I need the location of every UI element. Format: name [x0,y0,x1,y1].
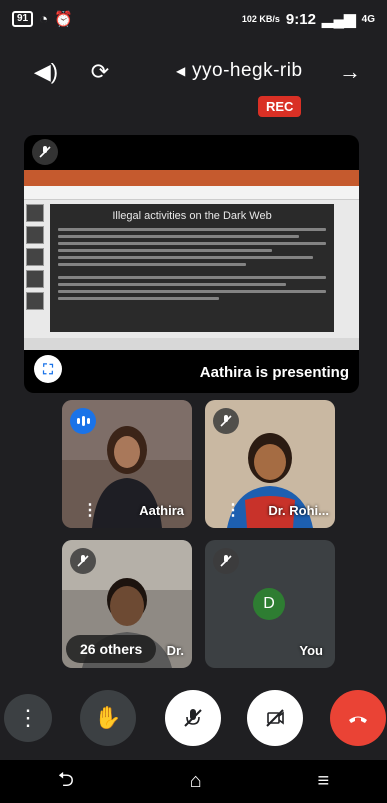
arrow-forward-icon[interactable]: → [336,58,364,86]
more-options-icon[interactable]: ⋮ [82,500,98,520]
microphone-off-button[interactable] [165,690,221,746]
speaking-indicator-icon [70,408,96,434]
status-time: 9:12 [285,10,316,28]
mic-off-icon [32,139,58,165]
battery-indicator: 91 [12,11,34,27]
presentation-tile[interactable]: Illegal activities on the Dark Web ⛶ Aat… [24,135,359,393]
participant-tile-dr-rohi[interactable]: ⋮ Dr. Rohi... [205,400,335,528]
presenting-label: Aathira is presenting [199,364,349,381]
participant-name: You [299,643,323,658]
network-type: 4G [361,13,375,25]
alarm-icon: ⏰ [54,11,73,28]
speaker-icon[interactable]: ◀) [32,58,60,86]
hangup-icon [349,716,367,723]
mic-off-icon [213,408,239,434]
chevron-left-icon[interactable]: ◀ [176,64,185,78]
net-speed: 102 KB/s [241,13,280,24]
call-controls: ⋮ ✋ [0,690,387,750]
camera-off-icon [266,709,284,727]
home-icon[interactable]: ⌂ [190,770,202,793]
recents-icon[interactable]: ≡ [317,770,329,793]
participant-tile-you[interactable]: D You [205,540,335,668]
participant-tile-aathira[interactable]: ⋮ Aathira [62,400,192,528]
participant-name: Dr. [166,643,184,658]
meeting-code[interactable]: yyo-hegk-rib [192,60,303,82]
status-left: 91 ◔ ⏰ [12,10,73,28]
status-bar: 91 ◔ ⏰ 102 KB/s 9:12 ▂▄▆ 4G [0,0,387,38]
slide-thumbnails [26,204,46,332]
android-nav-bar: ⮌ ⌂ ≡ [0,760,387,803]
slide-title: Illegal activities on the Dark Web [112,210,272,222]
call-header: ◀) ⟳ ◀ yyo-hegk-rib → [0,50,387,94]
mic-off-icon [213,548,239,574]
mic-off-icon [70,548,96,574]
participant-name: Aathira [139,503,184,518]
wifi-icon: ◔ [39,10,49,28]
mic-off-icon [184,709,202,727]
ppt-titlebar [24,170,359,186]
slide-content: Illegal activities on the Dark Web [50,204,334,332]
signal-icon: ▂▄▆ [321,11,356,28]
switch-camera-icon[interactable]: ⟳ [86,58,114,86]
end-call-button[interactable] [330,690,386,746]
participant-name: Dr. Rohi... [268,503,329,518]
ppt-ribbon [24,186,359,200]
ppt-statusbar [24,338,359,350]
fullscreen-button[interactable]: ⛶ [34,355,62,383]
more-options-icon[interactable]: ⋮ [225,500,241,520]
more-options-button[interactable]: ⋮ [4,694,52,742]
camera-off-button[interactable] [247,690,303,746]
others-count[interactable]: 26 others [66,635,157,663]
avatar: D [253,588,285,620]
status-right: 102 KB/s 9:12 ▂▄▆ 4G [241,10,375,29]
shared-screen: Illegal activities on the Dark Web [24,170,359,350]
raise-hand-button[interactable]: ✋ [80,690,136,746]
rec-badge: REC [258,96,302,117]
back-icon[interactable]: ⮌ [58,765,74,799]
